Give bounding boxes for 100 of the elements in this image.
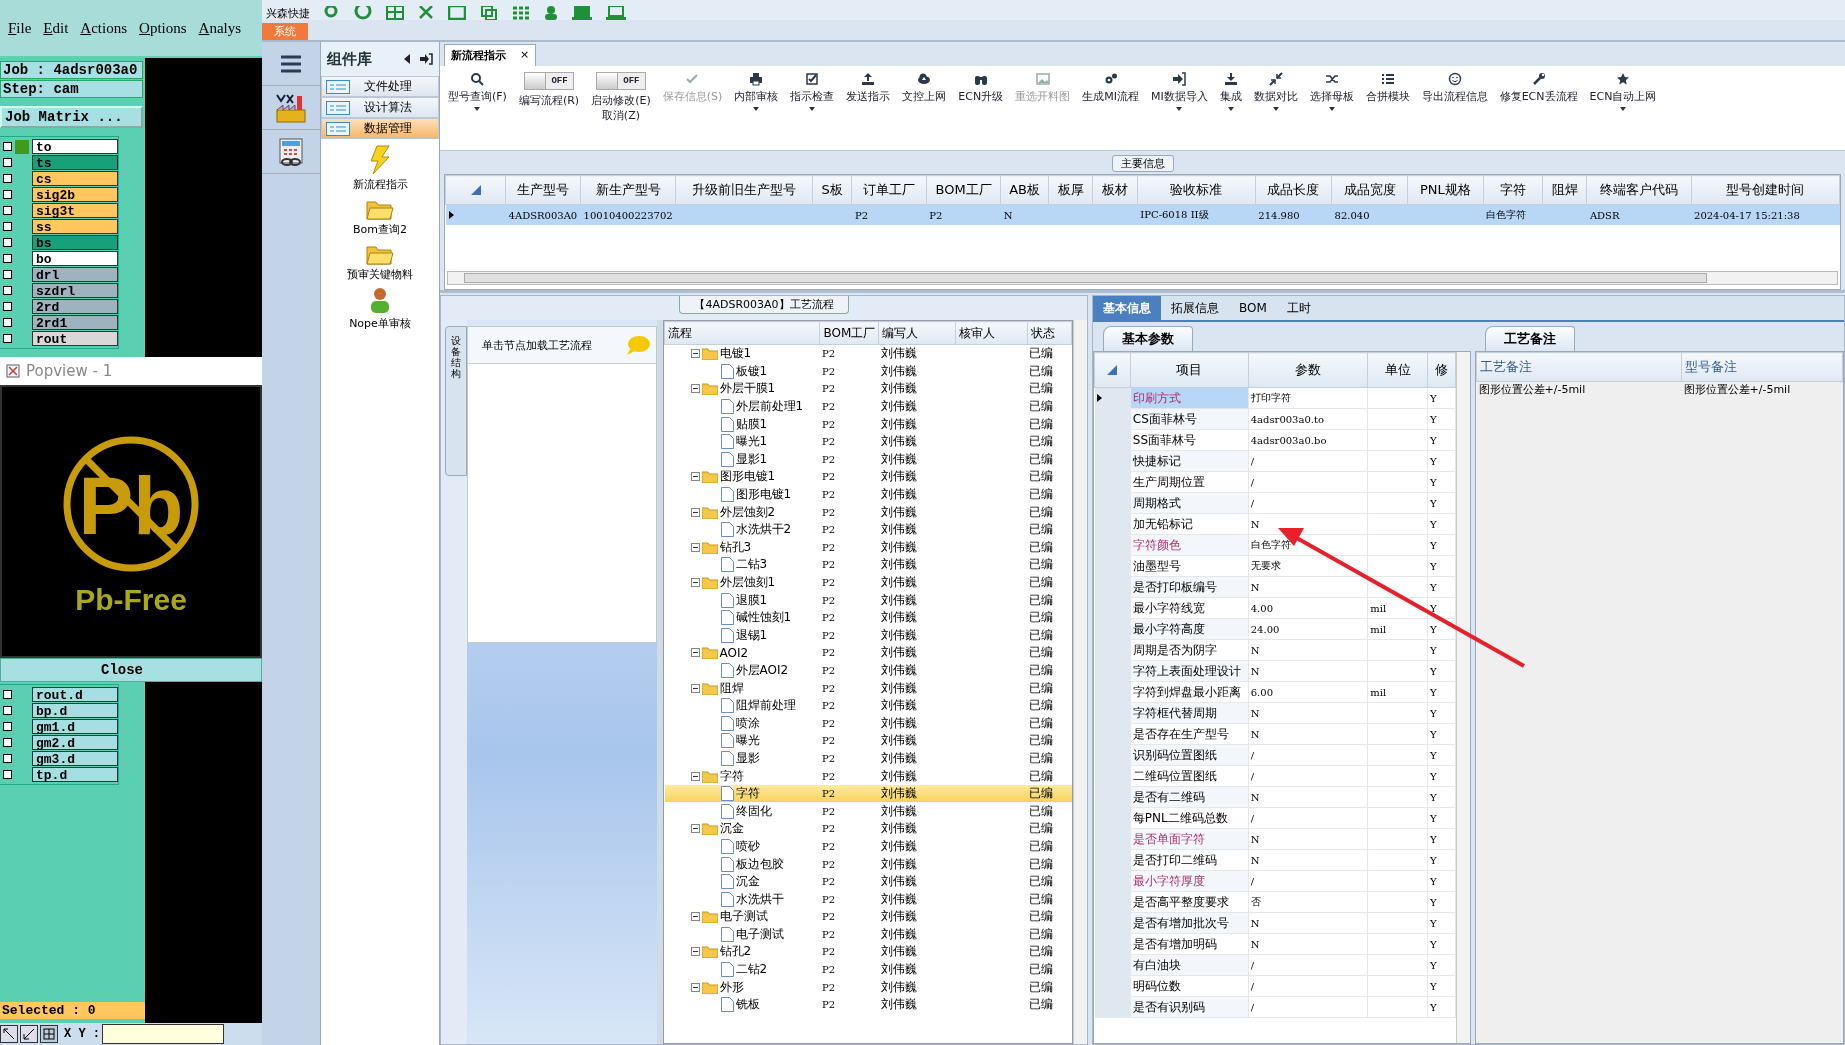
dropdown-caret-icon[interactable] <box>753 107 760 111</box>
vertical-scrollbar[interactable] <box>1073 320 1087 1044</box>
table-row[interactable]: 字符上表面处理设计 N Y <box>1094 660 1456 682</box>
layer-checkbox[interactable] <box>3 738 12 747</box>
column-header[interactable]: 型号创建时间 <box>1691 175 1840 205</box>
column-header[interactable]: 板厚 <box>1048 175 1093 205</box>
table-row[interactable]: 是否有二维码 N Y <box>1094 786 1456 808</box>
scissors-icon[interactable] <box>418 6 434 20</box>
vertical-scrollbar[interactable] <box>1456 352 1470 1043</box>
collapse-icon[interactable] <box>690 912 700 922</box>
dropdown-caret-icon[interactable] <box>1272 107 1279 111</box>
layer-checkbox[interactable] <box>3 190 12 199</box>
tree-row[interactable]: 沉金 P2 刘伟巍 已编 <box>664 820 1072 838</box>
table-row[interactable]: 4ADSR003A0 10010400223702 P2 P2 N IPC-6018 II级 214.980 82.040 白色字符 ADSR 2024-04-17 15:21:38 <box>445 204 1840 225</box>
column-header[interactable]: BOM工厂 <box>819 321 879 345</box>
tool-button[interactable]: 预审关键物料 <box>347 241 413 282</box>
tree-row[interactable]: 铣板 P2 刘伟巍 已编 <box>664 995 1072 1014</box>
menu-item[interactable]: File <box>8 19 32 37</box>
column-header[interactable]: BOM工厂 <box>926 175 1001 205</box>
layer-name[interactable]: gm3.d <box>32 751 118 766</box>
dropdown-caret-icon[interactable] <box>1328 107 1335 111</box>
column-header[interactable]: PNL规格 <box>1407 175 1483 205</box>
layer-name[interactable]: ts <box>32 155 118 170</box>
table-row[interactable]: 二维码位置图纸 / Y <box>1094 765 1456 787</box>
tab[interactable]: 拓展信息 <box>1161 296 1229 320</box>
column-header[interactable]: 单位 <box>1367 352 1428 388</box>
tree-row[interactable]: AOI2 P2 刘伟巍 已编 <box>664 644 1072 662</box>
toggle-button[interactable]: OFF 编写流程(R) <box>512 70 586 110</box>
layer-checkbox[interactable] <box>3 334 12 343</box>
layer-checkbox[interactable] <box>3 706 12 715</box>
toolbar-button[interactable]: 合拼模块 <box>1359 70 1416 106</box>
tree-row[interactable]: 电镀1 P2 刘伟巍 已编 <box>664 344 1072 363</box>
layer-name[interactable]: bo <box>32 251 118 266</box>
table-row[interactable]: 是否打印板编号 N Y <box>1094 576 1456 598</box>
search-icon[interactable] <box>324 6 340 20</box>
tree-row[interactable]: 阻焊 P2 刘伟巍 已编 <box>664 679 1072 697</box>
collapse-icon[interactable] <box>690 771 700 781</box>
layer-checkbox[interactable] <box>3 318 12 327</box>
toolbar-button[interactable]: ECN自动上网 <box>1583 70 1663 113</box>
monitor-icon[interactable] <box>572 6 592 20</box>
column-header[interactable]: 编写人 <box>878 321 956 345</box>
tree-row[interactable]: 水洗烘干2 P2 刘伟巍 已编 <box>664 520 1072 539</box>
toolbar-button[interactable]: 发送指示 <box>840 70 897 106</box>
column-header[interactable]: 生产型号 <box>505 175 581 205</box>
tool-button[interactable]: Bom查询2 <box>353 196 407 237</box>
layer-name[interactable]: rout <box>32 331 118 346</box>
layer-checkbox[interactable] <box>3 722 12 731</box>
tree-row[interactable]: 图形电镀1 P2 刘伟巍 已编 <box>664 485 1072 504</box>
tree-row[interactable]: 曝光1 P2 刘伟巍 已编 <box>664 432 1072 451</box>
tree-row[interactable]: 图形电镀1 P2 刘伟巍 已编 <box>664 468 1072 486</box>
tree-row[interactable]: 板边包胶 P2 刘伟巍 已编 <box>664 855 1072 873</box>
layer-name[interactable]: ss <box>32 219 118 234</box>
toolbar-button[interactable]: ECN升级 <box>952 70 1010 106</box>
tab[interactable]: BOM <box>1229 296 1277 320</box>
layer-name[interactable]: rout.d <box>32 687 118 702</box>
column-header[interactable]: 核审人 <box>955 321 1028 345</box>
collapse-icon[interactable] <box>690 578 700 587</box>
column-header[interactable]: AB板 <box>1000 175 1049 205</box>
collapse-icon[interactable] <box>690 542 700 552</box>
collapse-icon[interactable] <box>690 824 700 834</box>
collapse-icon[interactable] <box>690 472 700 482</box>
panel-tab[interactable]: 工艺备注 <box>1485 326 1575 351</box>
menu-item[interactable]: Edit <box>43 19 69 37</box>
table-row[interactable]: 是否存在生产型号 N Y <box>1094 723 1456 745</box>
toolbar-button[interactable]: 选择母板 <box>1303 70 1360 113</box>
column-header[interactable]: 字符 <box>1483 175 1543 205</box>
layer-name[interactable]: to <box>32 139 118 154</box>
tree-row[interactable]: 喷砂 P2 刘伟巍 已编 <box>664 837 1072 856</box>
layer-checkbox[interactable] <box>3 222 12 231</box>
table-row[interactable]: SS面菲林号 4adsr003a0.bo Y <box>1094 429 1456 451</box>
tab[interactable]: 工时 <box>1276 296 1321 320</box>
column-header[interactable]: 升级前旧生产型号 <box>675 175 813 205</box>
tree-row[interactable]: 外层AOI2 P2 刘伟巍 已编 <box>664 661 1072 680</box>
dropdown-caret-icon[interactable] <box>1619 107 1626 111</box>
column-header[interactable]: 新生产型号 <box>580 175 676 205</box>
tree-row[interactable]: 板镀1 P2 刘伟巍 已编 <box>664 362 1072 381</box>
tree-row[interactable]: 钻孔2 P2 刘伟巍 已编 <box>664 943 1072 961</box>
toolbar-button[interactable]: 内部审核 <box>728 70 785 113</box>
tree-row[interactable]: 外层干膜1 P2 刘伟巍 已编 <box>664 380 1072 398</box>
column-header[interactable]: 工艺备注 <box>1476 352 1682 382</box>
tool-button[interactable]: Nope单审核 <box>349 286 411 331</box>
layer-name[interactable]: sig3t <box>32 203 118 218</box>
tree-row[interactable]: 沉金 P2 刘伟巍 已编 <box>664 872 1072 891</box>
column-header[interactable]: 成品长度 <box>1255 175 1332 205</box>
table-row[interactable]: 是否高平整度要求 否 Y <box>1094 891 1456 913</box>
toolbar-button[interactable]: 指示检查 <box>784 70 841 113</box>
collapse-icon[interactable] <box>690 648 700 658</box>
layer-checkbox[interactable] <box>3 770 12 779</box>
resize-icon[interactable] <box>0 1025 18 1043</box>
tree-row[interactable]: 碱性蚀刻1 P2 刘伟巍 已编 <box>664 608 1072 627</box>
column-header[interactable]: 订单工厂 <box>851 175 927 205</box>
horizontal-scrollbar[interactable] <box>447 271 1838 285</box>
collapse-left-icon[interactable] <box>404 54 410 64</box>
dropdown-caret-icon[interactable] <box>1227 107 1234 111</box>
menu-item[interactable]: Actions <box>80 19 128 37</box>
menu-item[interactable]: Options <box>139 19 187 37</box>
tree-row[interactable]: 电子测试 P2 刘伟巍 已编 <box>664 908 1072 926</box>
table-row[interactable]: 每PNL二维码总数 / Y <box>1094 807 1456 829</box>
collapse-icon[interactable] <box>690 507 700 517</box>
table-row[interactable]: 字符框代替周期 N Y <box>1094 702 1456 724</box>
